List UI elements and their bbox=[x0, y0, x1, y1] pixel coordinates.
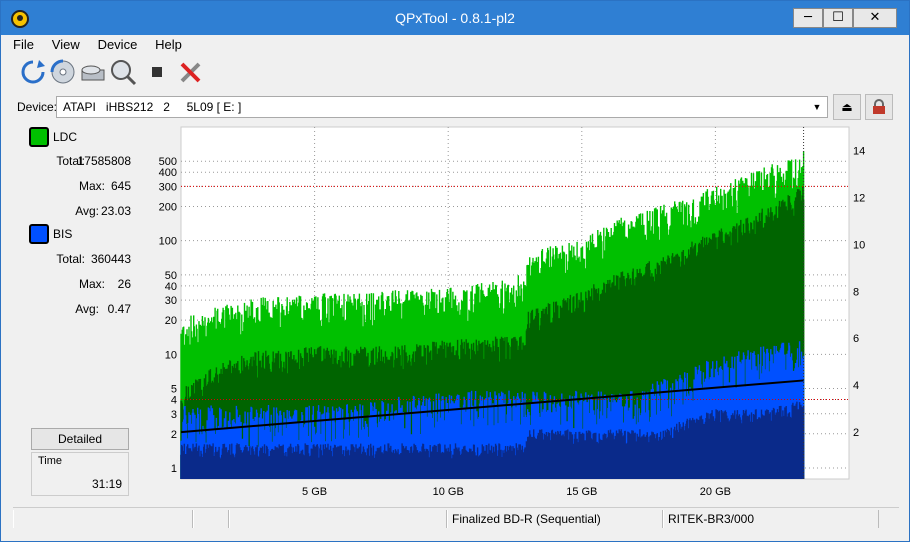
status-cell-2 bbox=[193, 510, 229, 528]
y-right-tick-label: 12 bbox=[853, 192, 865, 204]
time-box: Time 31:19 bbox=[31, 452, 129, 496]
ldc-avg-value: 23.03 bbox=[100, 204, 131, 218]
status-disc-type: Finalized BD-R (Sequential) bbox=[447, 510, 663, 528]
detailed-button[interactable]: Detailed bbox=[31, 428, 129, 450]
device-select[interactable]: ATAPI iHBS212 2 5L09 [ E: ] ▼ bbox=[56, 96, 828, 118]
y-left-tick-label: 4 bbox=[171, 395, 177, 407]
ldc-avg-label: Avg: bbox=[75, 204, 99, 218]
chevron-down-icon[interactable]: ▼ bbox=[809, 99, 825, 115]
y-right-tick-label: 10 bbox=[853, 239, 865, 251]
y-right-tick-label: 6 bbox=[853, 333, 859, 345]
time-value: 31:19 bbox=[91, 477, 122, 491]
status-cell-1 bbox=[13, 510, 193, 528]
bis-avg-value: 0.47 bbox=[107, 302, 131, 316]
device-bar: Device: ATAPI iHBS212 2 5L09 [ E: ] ▼ ⏏ bbox=[9, 93, 901, 121]
y-left-tick-label: 50 bbox=[165, 270, 177, 282]
title-bar[interactable]: QPxTool - 0.8.1-pl2 ─ ☐ ✕ bbox=[1, 1, 909, 35]
bis-max-label: Max: bbox=[78, 277, 105, 291]
stop-icon[interactable] bbox=[143, 58, 171, 86]
menu-device[interactable]: Device bbox=[98, 37, 138, 52]
menu-file[interactable]: File bbox=[13, 37, 34, 52]
y-right-tick-label: 8 bbox=[853, 286, 859, 298]
settings-tools-icon[interactable] bbox=[177, 58, 205, 86]
bis-total-value: 360443 bbox=[90, 252, 131, 266]
test-search-icon[interactable] bbox=[109, 58, 137, 86]
bis-max-value: 26 bbox=[117, 277, 131, 291]
y-left-tick-label: 20 bbox=[165, 315, 177, 327]
y-left-tick-label: 3 bbox=[171, 409, 177, 421]
y-left-tick-label: 400 bbox=[159, 167, 177, 179]
y-left-tick-label: 100 bbox=[159, 236, 177, 248]
device-label: Device: bbox=[17, 100, 58, 114]
ldc-legend-label: LDC bbox=[53, 130, 78, 144]
chart-svg: 1234510203040501002003004005002468101214… bbox=[159, 126, 865, 498]
bis-color-swatch bbox=[29, 224, 49, 244]
y-left-tick-label: 1 bbox=[171, 463, 177, 475]
status-bar: Finalized BD-R (Sequential) RITEK-BR3/00… bbox=[13, 507, 899, 529]
y-left-tick-label: 200 bbox=[159, 201, 177, 213]
bis-avg-label: Avg: bbox=[75, 302, 99, 316]
menu-view[interactable]: View bbox=[52, 37, 80, 52]
ldc-color-swatch bbox=[29, 127, 49, 147]
disc-info-icon[interactable] bbox=[49, 58, 77, 86]
y-left-tick-label: 30 bbox=[165, 295, 177, 307]
y-right-tick-label: 4 bbox=[853, 380, 859, 392]
ldc-max-label: Max: bbox=[78, 179, 105, 193]
y-right-tick-label: 14 bbox=[853, 145, 865, 157]
minimize-button[interactable]: ─ bbox=[793, 8, 823, 28]
lock-button[interactable] bbox=[865, 94, 893, 120]
scan-drive-icon[interactable] bbox=[79, 58, 107, 86]
y-left-tick-label: 500 bbox=[159, 156, 177, 168]
x-tick-label: 20 GB bbox=[700, 486, 731, 498]
window-title: QPxTool - 0.8.1-pl2 bbox=[395, 10, 515, 26]
maximize-button[interactable]: ☐ bbox=[823, 8, 853, 28]
eject-button[interactable]: ⏏ bbox=[833, 94, 861, 120]
y-left-tick-label: 10 bbox=[165, 349, 177, 361]
refresh-icon[interactable] bbox=[19, 58, 47, 86]
device-selected-value: ATAPI iHBS212 2 5L09 [ E: ] bbox=[63, 100, 242, 114]
stats-panel: LDC Total: 17585808 Max: 645 Avg: 23.03 … bbox=[25, 125, 135, 499]
bis-total-label: Total: bbox=[56, 252, 85, 266]
app-window: QPxTool - 0.8.1-pl2 ─ ☐ ✕ File View Devi… bbox=[0, 0, 910, 542]
y-left-tick-label: 40 bbox=[165, 281, 177, 293]
ldc-total-value: 17585808 bbox=[77, 154, 131, 168]
y-left-tick-label: 2 bbox=[171, 429, 177, 441]
y-right-tick-label: 2 bbox=[853, 427, 859, 439]
status-cell-3 bbox=[229, 510, 447, 528]
bis-legend-label: BIS bbox=[53, 227, 73, 241]
status-media-id: RITEK-BR3/000 bbox=[663, 510, 879, 528]
y-left-tick-label: 5 bbox=[171, 384, 177, 396]
eject-icon: ⏏ bbox=[841, 100, 853, 114]
error-rate-chart: 1 2 3 4 5 10 20 30 40 50 100 200 300 400 500 2 4 6 8 10 12 14… bbox=[141, 125, 891, 501]
close-button[interactable]: ✕ bbox=[853, 8, 897, 28]
time-label: Time bbox=[38, 455, 63, 467]
menu-bar: File View Device Help bbox=[13, 37, 196, 55]
menu-help[interactable]: Help bbox=[155, 37, 182, 52]
x-tick-label: 5 GB bbox=[302, 486, 327, 498]
lock-icon bbox=[873, 99, 885, 114]
toolbar bbox=[15, 58, 315, 88]
y-left-tick-label: 300 bbox=[159, 181, 177, 193]
ldc-max-value: 645 bbox=[110, 179, 131, 193]
x-tick-label: 15 GB bbox=[566, 486, 597, 498]
x-tick-label: 10 GB bbox=[433, 486, 464, 498]
